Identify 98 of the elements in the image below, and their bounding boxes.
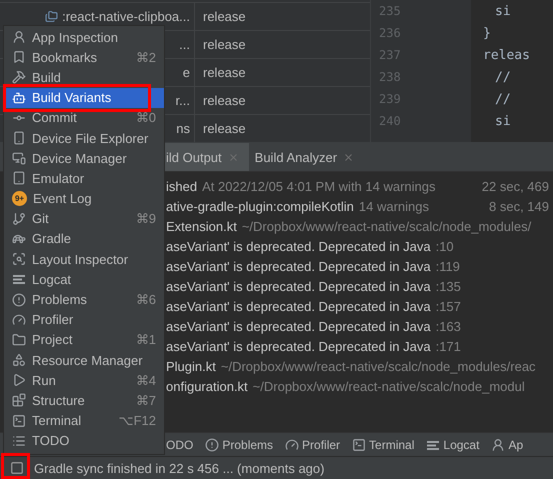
module-name: ... (179, 37, 190, 52)
panel-tab[interactable]: ild Output (164, 143, 249, 171)
variant-name: release (203, 9, 246, 24)
build-message: onfiguration.kt (166, 378, 248, 394)
build-message: Extension.kt (166, 218, 237, 234)
close-icon[interactable] (343, 152, 354, 162)
tablet-icon (12, 171, 26, 186)
module-name: :react-native-clipboa... (62, 9, 190, 24)
folder-icon (12, 332, 26, 347)
variant-name: release (203, 93, 246, 108)
build-message: aseVariant' is deprecated. Deprecated in Java (166, 258, 431, 274)
code-line: // (495, 92, 511, 106)
person-icon (12, 30, 26, 44)
robot-icon (12, 90, 26, 105)
square-icon[interactable] (10, 461, 24, 475)
hammer-icon (12, 70, 26, 84)
panel-tab[interactable]: Build Analyzer (252, 143, 364, 171)
menu-item[interactable]: Commit ⌘0 (4, 108, 164, 128)
menu-item[interactable]: Device Manager (4, 148, 164, 168)
count-badge: 9+ (12, 191, 27, 206)
tool-window-button[interactable]: Profiler (285, 438, 340, 452)
module-name: e (182, 65, 190, 80)
menu-item[interactable]: Terminal ⌥F12 (4, 410, 164, 431)
code-line: // (495, 70, 511, 84)
tool-window-button[interactable]: Ap (491, 438, 524, 452)
build-message: Plugin.kt (166, 358, 216, 374)
build-time: 22 sec, 469 (482, 178, 549, 194)
menu-item[interactable]: Logcat (4, 269, 164, 290)
code-line: si (495, 114, 511, 128)
blocks-icon (12, 393, 26, 408)
build-message: aseVariant' is deprecated. Deprecated in Java (166, 298, 431, 314)
menu-item[interactable]: App Inspection (4, 27, 164, 48)
code-line: } (483, 26, 491, 40)
message-detail: :119 (436, 258, 460, 274)
menu-item[interactable]: Build Variants (4, 88, 164, 108)
module-name: r... (176, 93, 190, 108)
menu-item[interactable]: 9+ Event Log (4, 188, 164, 209)
terminal-icon (352, 438, 366, 452)
gauge-icon (285, 438, 300, 452)
branch-icon (12, 212, 26, 226)
code-line: si (495, 4, 511, 18)
message-detail: :135 (436, 278, 461, 294)
message-detail: :163 (436, 318, 461, 334)
message-detail: ~/Dropbox/www/react-native/scalc/node_modules/reac (220, 358, 536, 374)
variant-name: release (203, 121, 246, 136)
terminal-icon (12, 414, 26, 428)
lines-icon (12, 272, 26, 286)
menu-item[interactable]: Structure ⌘7 (4, 390, 164, 411)
build-message: aseVariant' is deprecated. Deprecated in Java (166, 318, 431, 334)
build-message: ative-gradle-plugin:compileKotlin (166, 198, 354, 214)
build-time: 8 sec, 149 (489, 198, 549, 214)
tool-window-button[interactable]: Problems (205, 438, 274, 452)
message-detail: :157 (436, 298, 461, 314)
scan-search-icon (12, 252, 26, 266)
message-detail: ~/Dropbox/www/react-native/scalc/node_modul (252, 378, 525, 394)
menu-item[interactable]: Build (4, 67, 164, 88)
shapes-icon (12, 353, 26, 368)
message-detail: 14 warnings (358, 198, 429, 214)
alert-icon (205, 438, 220, 452)
build-message: ished (166, 178, 198, 194)
message-detail: ~/Dropbox/www/react-native/scalc/node_modules/ (242, 218, 532, 234)
tool-window-button[interactable]: Terminal (352, 438, 414, 452)
menu-item[interactable]: Gradle (4, 228, 164, 250)
tool-window-button[interactable]: ODO (166, 438, 194, 452)
gauge-icon (12, 312, 26, 327)
module-name: ns (176, 121, 190, 136)
menu-item[interactable]: Resource Manager (4, 350, 164, 370)
code-line: releas (483, 48, 530, 62)
menu-item[interactable]: TODO (4, 430, 164, 451)
message-detail: At 2022/12/05 4:01 PM with 14 warnings (202, 178, 436, 194)
devices-icon (12, 151, 26, 166)
bookmark-icon (12, 50, 26, 64)
status-message: Gradle sync finished in 22 s 456 ... (moments ago) (34, 460, 324, 476)
module-folder-icon (45, 10, 58, 23)
phone-icon (12, 131, 26, 146)
menu-item[interactable]: Project ⌘1 (4, 330, 164, 350)
build-message: aseVariant' is deprecated. Deprecated in Java (166, 278, 431, 294)
list-icon (12, 434, 26, 448)
tool-window-button[interactable]: Logcat (426, 438, 480, 452)
build-message: aseVariant' is deprecated. Deprecated in Java (166, 338, 431, 354)
close-icon[interactable] (228, 152, 239, 162)
build-message: aseVariant' is deprecated. Deprecated in Java (166, 238, 431, 254)
menu-item[interactable]: Profiler (4, 310, 164, 330)
alert-icon (12, 292, 26, 307)
person-icon (491, 438, 506, 452)
menu-item[interactable]: Bookmarks ⌘2 (4, 47, 164, 68)
menu-item[interactable]: Device File Explorer (4, 128, 164, 148)
variant-name: release (203, 37, 246, 52)
menu-item[interactable]: Run ⌘4 (4, 370, 164, 390)
menu-item[interactable]: Emulator (4, 168, 164, 188)
menu-item[interactable]: Problems ⌘6 (4, 289, 164, 310)
menu-item[interactable]: Git ⌘9 (4, 208, 164, 229)
play-icon (12, 373, 26, 388)
message-detail: :171 (436, 338, 461, 354)
variant-name: release (203, 65, 246, 80)
message-detail: :10 (436, 238, 454, 254)
highlight-frame (1, 453, 30, 479)
menu-item[interactable]: Layout Inspector (4, 249, 164, 270)
